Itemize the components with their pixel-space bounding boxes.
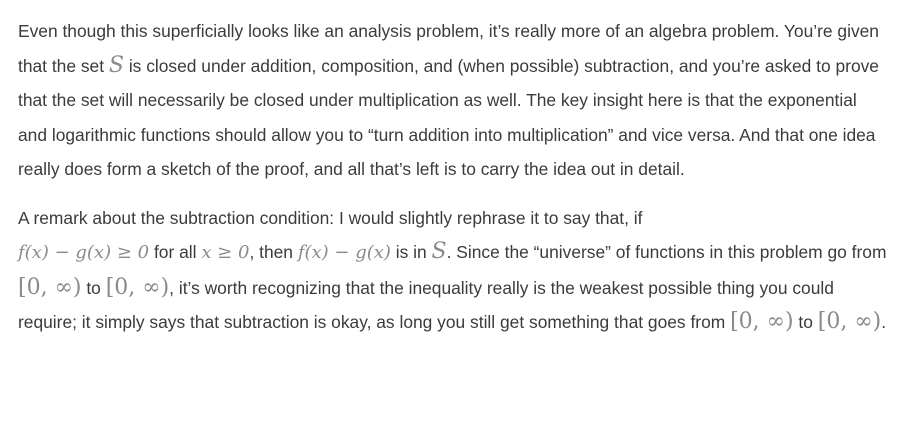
then-text: , then: [249, 242, 293, 262]
remark-intro: A remark about the subtraction condition…: [18, 207, 643, 228]
math-set-s-2: S: [431, 239, 447, 264]
math-difference-inequality: f(x) − g(x) ≥ 0: [18, 242, 150, 263]
paragraph1-text-continued: is closed under addition, composition, a…: [18, 55, 879, 180]
universe-text: . Since the “universe” of functions in t…: [446, 242, 887, 262]
paragraph-algebra-insight: Even though this superficially looks lik…: [18, 14, 890, 187]
answer-body: Even though this superficially looks lik…: [18, 14, 890, 340]
for-all-text: for all: [153, 242, 197, 262]
math-interval-3: [0, ∞): [730, 309, 794, 334]
math-interval-2: [0, ∞): [105, 274, 170, 300]
paragraph-subtraction-remark: A remark about the subtraction condition…: [18, 201, 890, 340]
is-in-text: is in: [395, 242, 427, 262]
math-interval-4: [0, ∞): [817, 309, 882, 334]
math-x-nonneg: x ≥ 0: [201, 242, 250, 263]
math-difference: f(x) − g(x): [297, 242, 391, 263]
final-period: .: [881, 312, 887, 332]
math-interval-1: [0, ∞): [18, 274, 82, 300]
to-text-1: to: [86, 277, 101, 298]
math-set-s: S: [108, 52, 124, 78]
to-text-2: to: [798, 312, 813, 332]
